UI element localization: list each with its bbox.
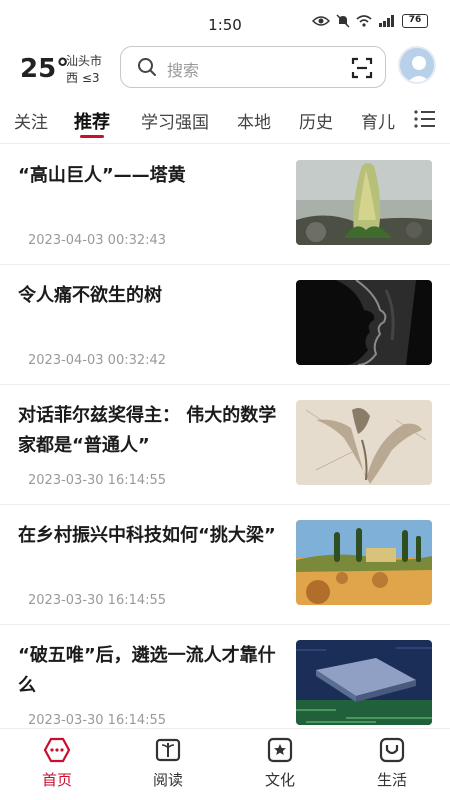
- weather-city[interactable]: 汕头市: [66, 52, 102, 69]
- status-icons: 76: [312, 14, 428, 28]
- nav-life-label: 生活: [376, 771, 407, 789]
- news-title[interactable]: “破五唯”后，遴选一流人才靠什么: [18, 641, 280, 701]
- news-title[interactable]: 对话菲尔兹奖得主： 伟大的数学家都是“普通人”: [18, 401, 280, 461]
- tab-follow[interactable]: 关注: [14, 108, 48, 133]
- news-date: 2023-04-03 00:32:42: [28, 353, 167, 368]
- weather-wind: 西 ≤3: [66, 71, 100, 85]
- wifi-icon: [356, 15, 372, 27]
- news-thumbnail[interactable]: [296, 640, 432, 725]
- search-icon: [138, 58, 156, 76]
- home-icon: [43, 737, 71, 763]
- news-thumbnail[interactable]: [296, 160, 432, 245]
- news-item[interactable]: 在乡村振兴中科技如何“挑大梁” 2023-03-30 16:14:55: [0, 505, 450, 625]
- nav-home-label: 首页: [41, 771, 72, 789]
- news-item[interactable]: “高山巨人”——塔黄 2023-04-03 00:32:43: [0, 145, 450, 265]
- news-feed: “高山巨人”——塔黄 2023-04-03 00:32:43 令人痛不欲生的树 …: [0, 145, 450, 728]
- mute-bell-icon: [336, 14, 350, 28]
- weather-temperature[interactable]: 25°: [20, 54, 69, 84]
- news-thumbnail[interactable]: [296, 280, 432, 365]
- header: 25° 汕头市 西 ≤3 搜索: [0, 44, 450, 96]
- news-thumbnail[interactable]: [296, 520, 432, 605]
- nav-reading[interactable]: 阅读: [128, 737, 208, 790]
- book-icon: [155, 738, 181, 762]
- news-date: 2023-03-30 16:14:55: [28, 713, 167, 728]
- user-avatar-icon: [407, 56, 431, 82]
- tab-parenting[interactable]: 育儿: [361, 108, 395, 133]
- news-item[interactable]: 令人痛不欲生的树 2023-04-03 00:32:42: [0, 265, 450, 385]
- nav-culture[interactable]: 文化: [240, 737, 320, 790]
- tab-xuexi-qiangguo[interactable]: 学习强国: [141, 108, 209, 133]
- avatar[interactable]: [398, 46, 436, 84]
- shell-sculpture-image: [296, 400, 432, 485]
- battery-icon: 76: [402, 14, 428, 28]
- nav-culture-label: 文化: [264, 771, 295, 789]
- tall-plant-image: [296, 160, 432, 245]
- news-item[interactable]: 对话菲尔兹奖得主： 伟大的数学家都是“普通人” 2023-03-30 16:14…: [0, 385, 450, 505]
- search-placeholder: 搜索: [167, 61, 200, 80]
- farm-landscape-image: [296, 520, 432, 605]
- bottom-navigation: 首页 阅读 文化 生活: [0, 728, 450, 800]
- star-badge-icon: [267, 737, 293, 763]
- news-item[interactable]: “破五唯”后，遴选一流人才靠什么 2023-03-30 16:14:55: [0, 625, 450, 728]
- status-bar: 1:50 76: [0, 0, 450, 48]
- nav-life[interactable]: 生活: [352, 737, 432, 790]
- news-date: 2023-03-30 16:14:55: [28, 593, 167, 608]
- news-title[interactable]: 在乡村振兴中科技如何“挑大梁”: [18, 521, 280, 551]
- channel-tabs: 关注 推荐 学习强国 本地 历史 育儿: [0, 96, 450, 144]
- eye-icon: [312, 16, 330, 26]
- nav-reading-label: 阅读: [152, 771, 183, 789]
- news-title[interactable]: 令人痛不欲生的树: [18, 281, 280, 311]
- tab-local[interactable]: 本地: [237, 108, 271, 133]
- microchip-image: [296, 640, 432, 725]
- news-date: 2023-03-30 16:14:55: [28, 473, 167, 488]
- news-title[interactable]: “高山巨人”——塔黄: [18, 161, 280, 191]
- search-input[interactable]: 搜索: [120, 46, 386, 88]
- smile-box-icon: [379, 737, 405, 763]
- channel-menu-icon[interactable]: [414, 109, 436, 129]
- signal-icon: [379, 15, 394, 27]
- news-date: 2023-04-03 00:32:43: [28, 233, 167, 248]
- active-tab-indicator: [80, 135, 104, 138]
- face-profile-image: [296, 280, 432, 365]
- scan-icon[interactable]: [351, 57, 373, 79]
- tab-history[interactable]: 历史: [299, 108, 333, 133]
- news-thumbnail[interactable]: [296, 400, 432, 485]
- nav-home[interactable]: 首页: [17, 737, 97, 790]
- tab-recommend[interactable]: 推荐: [74, 108, 110, 134]
